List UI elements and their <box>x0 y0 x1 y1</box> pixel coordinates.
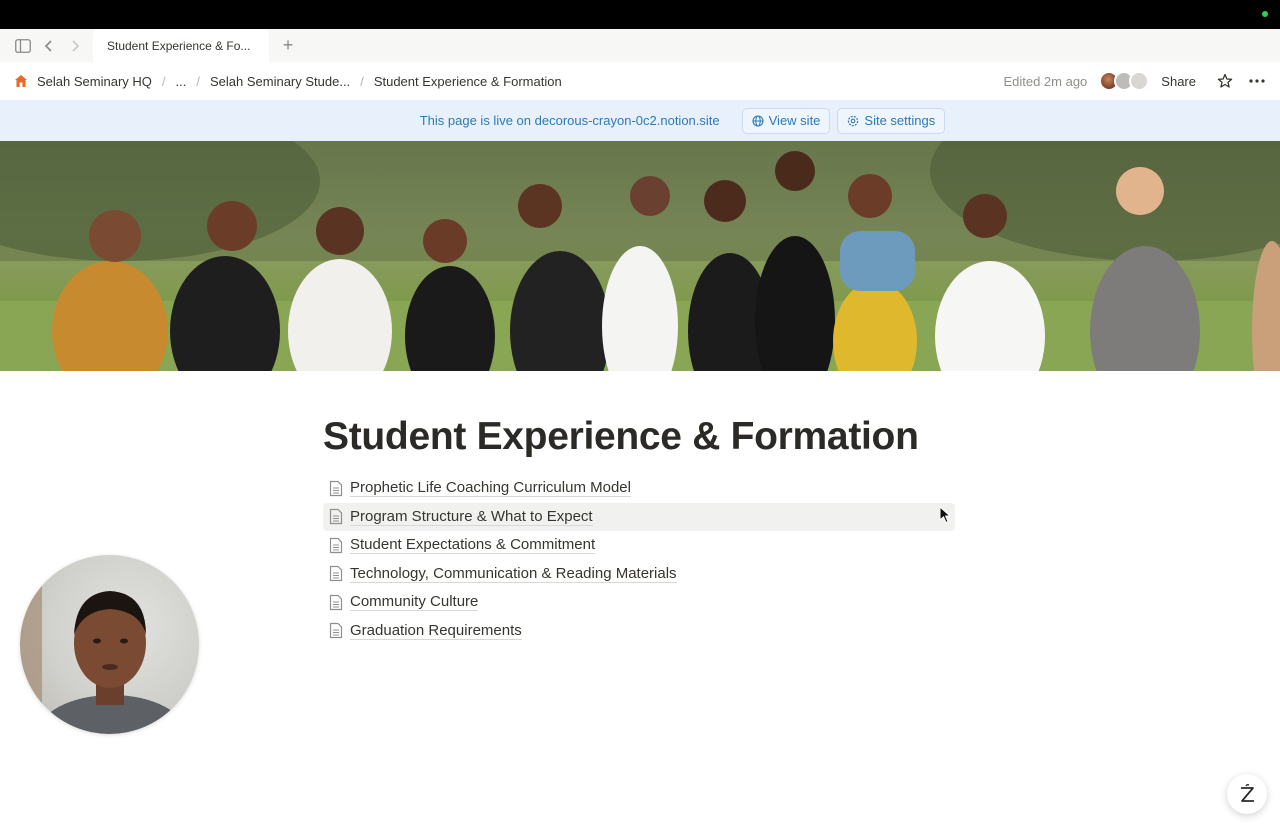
cover-photo-group <box>0 141 1280 371</box>
sidebar-toggle-icon[interactable] <box>14 37 32 55</box>
subpage-label: Technology, Communication & Reading Mate… <box>350 564 677 583</box>
page-doc-icon <box>327 508 345 526</box>
subpage-label: Prophetic Life Coaching Curriculum Model <box>350 479 631 498</box>
subpage-link[interactable]: Program Structure & What to Expect <box>323 502 955 531</box>
subpage-link[interactable]: Prophetic Life Coaching Curriculum Model <box>323 474 955 503</box>
window-title-bar <box>0 0 1280 29</box>
page-topbar: Selah Seminary HQ / ... / Selah Seminary… <box>0 62 1280 100</box>
site-settings-button[interactable]: Site settings <box>837 107 946 134</box>
forward-icon[interactable] <box>66 37 84 55</box>
breadcrumb-current[interactable]: Student Experience & Formation <box>372 74 564 89</box>
page-doc-icon <box>327 479 345 497</box>
page-doc-icon <box>327 565 345 583</box>
help-button[interactable] <box>1227 774 1267 814</box>
more-icon[interactable] <box>1248 72 1266 90</box>
subpage-label: Graduation Requirements <box>350 621 522 640</box>
breadcrumb-separator: / <box>161 73 166 89</box>
avatar <box>1129 71 1150 91</box>
breadcrumb-workspace[interactable]: Selah Seminary HQ <box>35 74 154 89</box>
site-live-banner: This page is live on decorous-crayon-0c2… <box>0 100 1280 141</box>
help-icon <box>1241 784 1254 802</box>
breadcrumb-separator: / <box>360 73 364 89</box>
webcam-overlay[interactable] <box>20 555 199 734</box>
site-live-message: This page is live on decorous-crayon-0c2… <box>419 113 720 128</box>
subpage-label: Community Culture <box>350 593 479 612</box>
presenter-video <box>20 555 187 734</box>
subpage-link[interactable]: Technology, Communication & Reading Mate… <box>323 560 955 589</box>
page-cover-image[interactable] <box>0 141 1280 371</box>
subpage-label: Program Structure & What to Expect <box>350 507 593 526</box>
globe-icon <box>752 114 764 127</box>
star-icon[interactable] <box>1216 72 1234 90</box>
view-site-label: View site <box>768 113 821 128</box>
mouse-cursor-icon <box>939 506 951 524</box>
page-doc-icon <box>327 536 345 554</box>
collaborator-avatars[interactable] <box>1099 70 1151 92</box>
breadcrumb-parent[interactable]: Selah Seminary Stude... <box>208 74 352 89</box>
subpage-link[interactable]: Graduation Requirements <box>323 617 955 646</box>
page-doc-icon <box>327 593 345 611</box>
workspace-icon <box>13 73 29 89</box>
breadcrumb-separator: / <box>196 73 200 89</box>
edited-timestamp[interactable]: Edited 2m ago <box>1003 74 1087 89</box>
back-icon[interactable] <box>40 37 58 55</box>
subpage-link[interactable]: Community Culture <box>323 588 955 617</box>
active-tab[interactable]: Student Experience & Fo... <box>93 29 269 62</box>
subpage-list: Prophetic Life Coaching Curriculum Model… <box>323 474 955 645</box>
subpage-label: Student Expectations & Commitment <box>350 536 596 555</box>
new-tab-button[interactable]: + <box>279 36 297 54</box>
settings-icon <box>848 115 859 126</box>
site-settings-label: Site settings <box>864 113 936 128</box>
breadcrumb-ellipsis[interactable]: ... <box>174 74 189 89</box>
share-button[interactable]: Share <box>1161 74 1196 89</box>
subpage-link[interactable]: Student Expectations & Commitment <box>323 531 955 560</box>
page-title[interactable]: Student Experience & Formation <box>323 415 919 459</box>
tab-title: Student Experience & Fo... <box>107 39 251 53</box>
browser-tab-bar: Student Experience & Fo... + <box>0 29 1280 62</box>
page-doc-icon <box>327 622 345 640</box>
page-actions: Edited 2m ago Share <box>1003 70 1266 92</box>
view-site-button[interactable]: View site <box>741 107 831 134</box>
recording-indicator <box>1262 11 1268 17</box>
breadcrumb: Selah Seminary HQ / ... / Selah Seminary… <box>13 73 564 89</box>
